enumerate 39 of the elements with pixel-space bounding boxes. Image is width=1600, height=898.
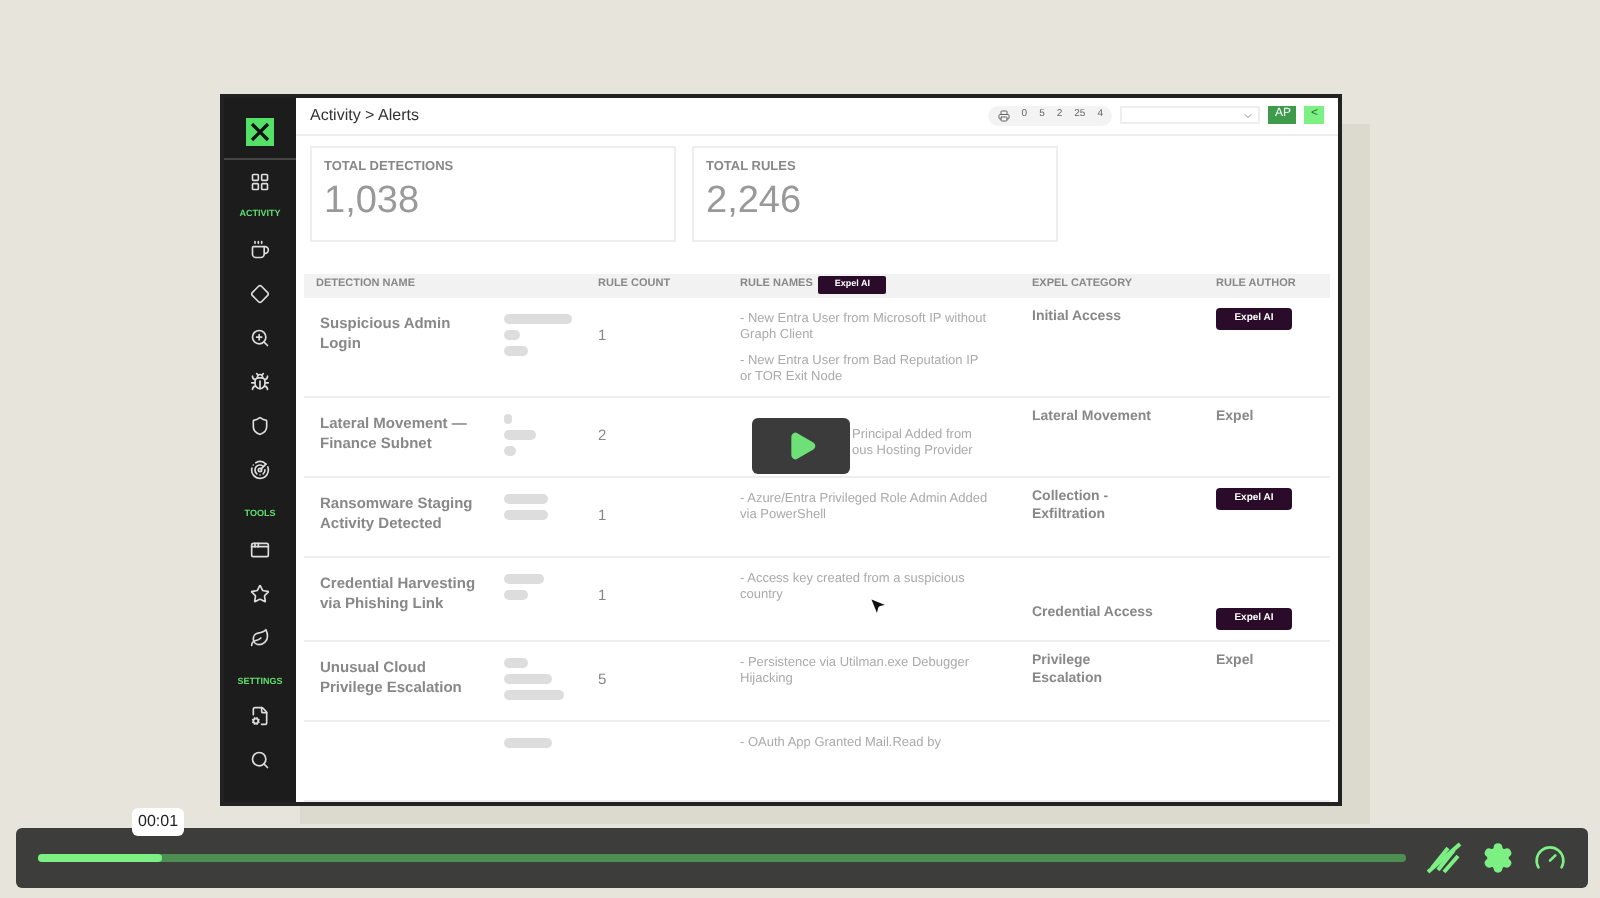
logo-icon[interactable] xyxy=(246,118,274,146)
placeholder-bar xyxy=(504,493,548,503)
star-icon[interactable] xyxy=(249,583,270,603)
play-icon xyxy=(785,430,817,462)
diamond-icon[interactable] xyxy=(249,283,270,304)
time-tooltip: 00:01 xyxy=(132,808,185,836)
stat-value: 1,038 xyxy=(324,178,422,227)
document-gear-icon[interactable] xyxy=(249,706,270,727)
caret-icon xyxy=(1242,109,1255,122)
printer-icon[interactable] xyxy=(997,109,1010,122)
placeholder-bar xyxy=(504,413,512,423)
placeholder-bar xyxy=(504,738,552,748)
placeholder-bar xyxy=(504,445,516,455)
shield-icon[interactable] xyxy=(249,415,270,436)
search-icon[interactable] xyxy=(249,750,270,771)
dashboard-icon[interactable] xyxy=(250,172,270,192)
placeholder-bar xyxy=(504,589,528,599)
placeholder-bar xyxy=(504,429,536,439)
cup-icon[interactable] xyxy=(249,239,270,260)
placeholder-bar xyxy=(504,658,528,668)
window-icon[interactable] xyxy=(249,539,270,559)
stat-value: 2,246 xyxy=(706,178,804,227)
placeholder-bar xyxy=(504,313,572,323)
placeholder-bar xyxy=(504,674,552,684)
bug-icon[interactable] xyxy=(249,371,270,392)
play-button[interactable] xyxy=(752,418,850,474)
speed-icon[interactable] xyxy=(1534,842,1566,874)
radar-icon[interactable] xyxy=(249,459,270,480)
settings-icon[interactable] xyxy=(1482,842,1514,874)
zoom-icon[interactable] xyxy=(249,327,270,348)
placeholder-bar xyxy=(504,329,520,339)
progress-track[interactable] xyxy=(38,854,1406,862)
placeholder-bar xyxy=(504,509,548,519)
breadcrumb: Activity > Alerts xyxy=(310,103,419,128)
placeholder-bar xyxy=(504,690,564,700)
placeholder-bar xyxy=(504,345,528,355)
placeholder-bar xyxy=(504,573,544,583)
cursor-icon xyxy=(866,594,890,618)
leaf-icon[interactable] xyxy=(249,627,270,647)
